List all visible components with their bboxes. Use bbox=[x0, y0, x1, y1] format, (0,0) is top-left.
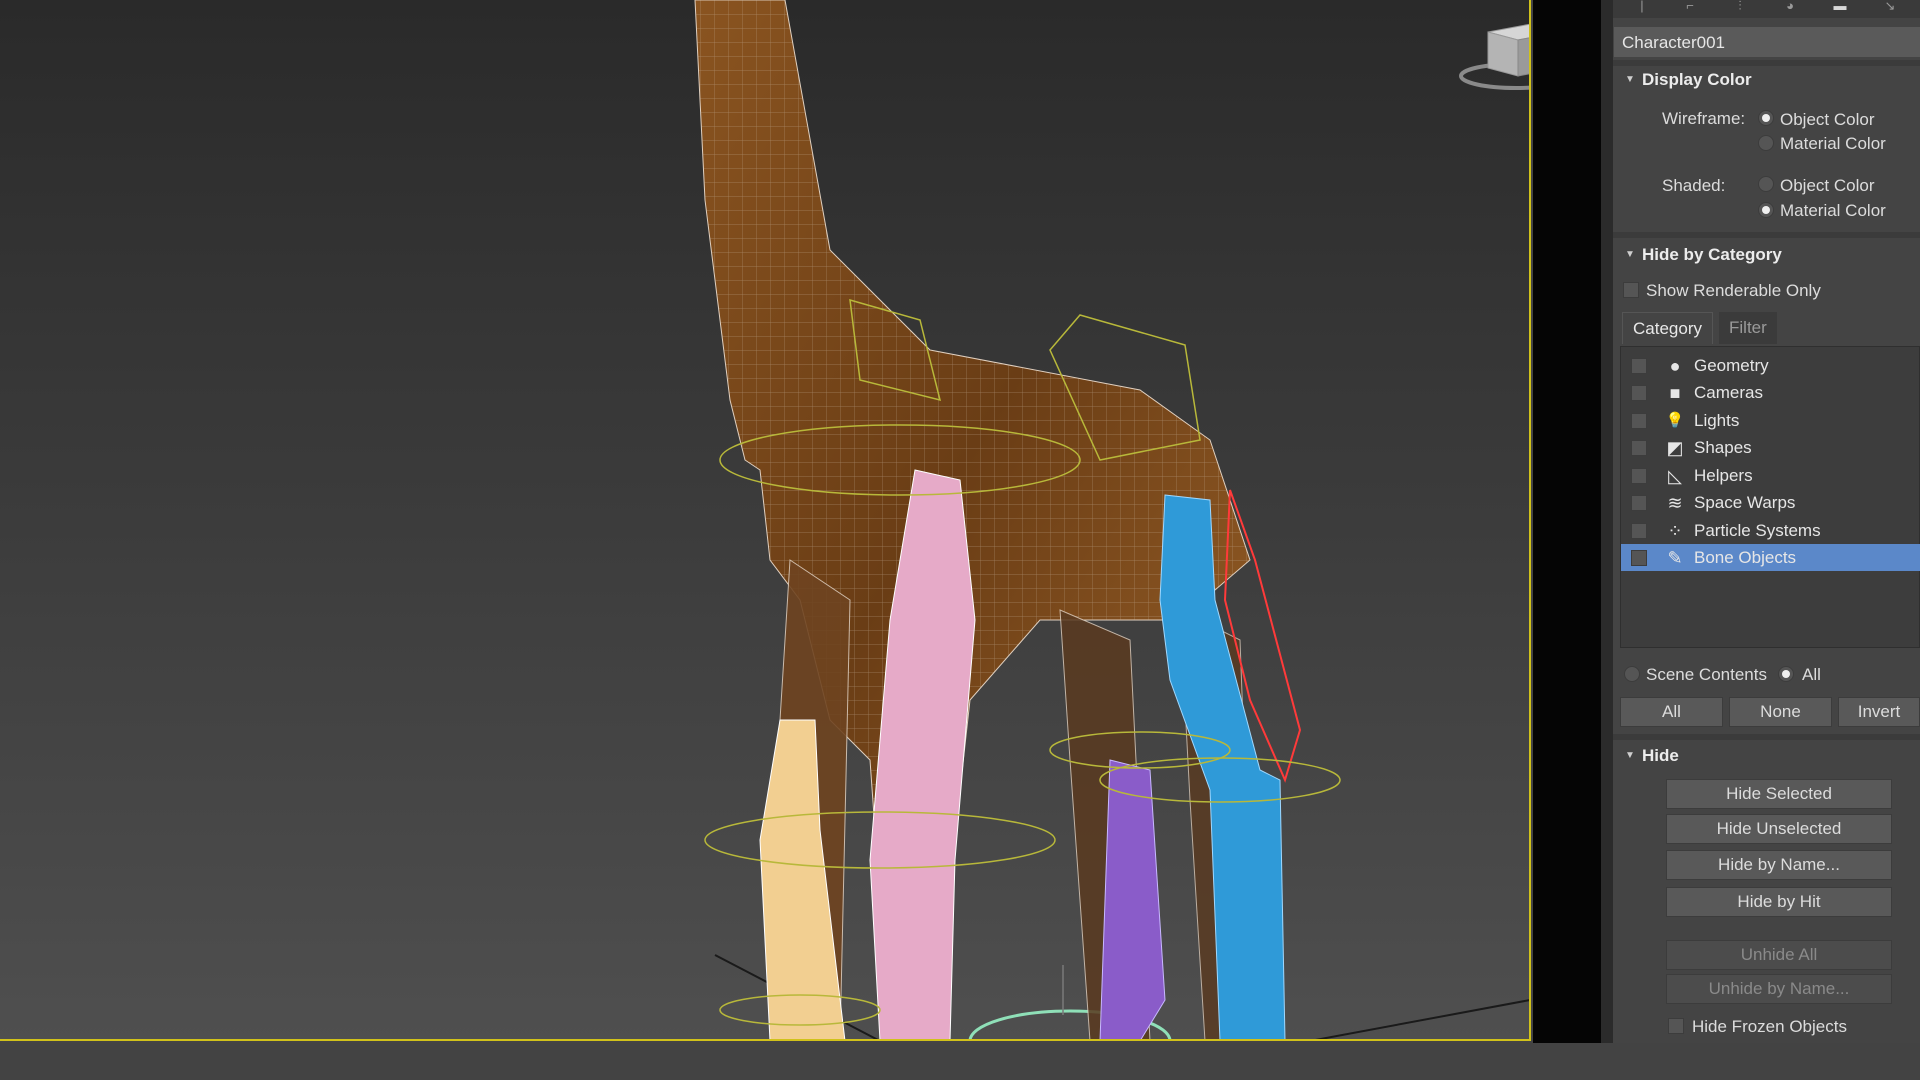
hide-frozen-objects-label: Hide Frozen Objects bbox=[1692, 1017, 1847, 1036]
category-item-label: Helpers bbox=[1694, 466, 1753, 485]
display-icon[interactable]: ▬ bbox=[1829, 0, 1851, 14]
category-item-cameras[interactable]: ■ Cameras bbox=[1621, 379, 1920, 406]
hierarchy-icon[interactable]: ⫶ bbox=[1729, 0, 1751, 14]
category-checkbox[interactable] bbox=[1631, 495, 1647, 511]
category-checkbox[interactable] bbox=[1631, 468, 1647, 484]
category-checkbox[interactable] bbox=[1631, 550, 1647, 566]
show-renderable-only-checkbox[interactable] bbox=[1623, 282, 1639, 298]
category-checkbox[interactable] bbox=[1631, 385, 1647, 401]
category-item-label: Geometry bbox=[1694, 356, 1769, 375]
rollout-title: Hide bbox=[1642, 746, 1679, 765]
wireframe-material-color-label: Material Color bbox=[1780, 134, 1886, 153]
wireframe-object-color-radio[interactable] bbox=[1758, 110, 1774, 126]
hide-frozen-objects-checkbox[interactable] bbox=[1668, 1018, 1684, 1034]
category-item-particle-systems[interactable]: ⁘ Particle Systems bbox=[1621, 517, 1920, 544]
rollout-divider bbox=[1613, 232, 1920, 238]
utilities-icon[interactable]: ↘ bbox=[1879, 0, 1901, 14]
shaded-object-color-radio[interactable] bbox=[1758, 176, 1774, 192]
display-color-rollout-header[interactable]: ▼ Display Color bbox=[1613, 65, 1920, 95]
category-item-lights[interactable]: 💡 Lights bbox=[1621, 407, 1920, 434]
status-bar bbox=[0, 1043, 1920, 1080]
category-item-bone-objects[interactable]: ✎ Bone Objects bbox=[1621, 544, 1920, 571]
wireframe-material-color-radio[interactable] bbox=[1758, 135, 1774, 151]
geometry-icon: ● bbox=[1669, 356, 1681, 376]
shaded-material-color-label: Material Color bbox=[1780, 201, 1886, 220]
select-none-button[interactable]: None bbox=[1729, 697, 1832, 727]
collapse-arrow-icon: ▼ bbox=[1625, 249, 1635, 260]
modify-icon[interactable]: ⌐ bbox=[1679, 0, 1701, 14]
invert-button[interactable]: Invert bbox=[1838, 697, 1920, 727]
category-item-geometry[interactable]: ● Geometry bbox=[1621, 352, 1920, 379]
command-panel: | ⌐ ⫶ ◕ ▬ ↘ Character001 ▼ Display Color… bbox=[1613, 0, 1920, 1043]
hide-by-name-button[interactable]: Hide by Name... bbox=[1666, 850, 1892, 880]
hide-by-hit-button[interactable]: Hide by Hit bbox=[1666, 887, 1892, 917]
category-checkbox[interactable] bbox=[1631, 358, 1647, 374]
shapes-icon: ◩ bbox=[1666, 438, 1684, 458]
unhide-by-name-button[interactable]: Unhide by Name... bbox=[1666, 974, 1892, 1004]
rollout-divider bbox=[1613, 734, 1920, 740]
category-item-label: Space Warps bbox=[1694, 493, 1796, 512]
category-item-label: Lights bbox=[1694, 411, 1740, 430]
all-radio-label: All bbox=[1802, 665, 1821, 684]
category-item-helpers[interactable]: ◺ Helpers bbox=[1621, 462, 1920, 489]
collapse-arrow-icon: ▼ bbox=[1625, 74, 1635, 85]
hide-unselected-button[interactable]: Hide Unselected bbox=[1666, 814, 1892, 844]
space-warps-icon: ≋ bbox=[1667, 493, 1683, 513]
rollout-title: Display Color bbox=[1642, 70, 1752, 89]
category-item-space-warps[interactable]: ≋ Space Warps bbox=[1621, 489, 1920, 516]
category-item-label: Shapes bbox=[1694, 438, 1752, 457]
particle-systems-icon: ⁘ bbox=[1667, 521, 1683, 541]
scene-contents-radio[interactable] bbox=[1624, 666, 1640, 682]
object-name-field[interactable]: Character001 bbox=[1614, 27, 1920, 57]
collapse-arrow-icon: ▼ bbox=[1625, 750, 1635, 761]
category-list: ● Geometry ■ Cameras 💡 Lights ◩ Shapes ◺… bbox=[1620, 346, 1920, 648]
viewcube-icon[interactable] bbox=[1456, 20, 1531, 100]
command-panel-tabs: | ⌐ ⫶ ◕ ▬ ↘ bbox=[1613, 0, 1920, 18]
category-checkbox[interactable] bbox=[1631, 523, 1647, 539]
helpers-icon: ◺ bbox=[1668, 466, 1682, 486]
category-item-label: Bone Objects bbox=[1694, 548, 1797, 567]
panel-separator[interactable] bbox=[1601, 0, 1613, 1043]
shaded-object-color-label: Object Color bbox=[1780, 176, 1875, 195]
select-all-button[interactable]: All bbox=[1620, 697, 1723, 727]
viewport-gap bbox=[1533, 0, 1601, 1043]
scene-contents-label: Scene Contents bbox=[1646, 665, 1767, 684]
wireframe-object-color-label: Object Color bbox=[1780, 110, 1875, 129]
category-checkbox[interactable] bbox=[1631, 440, 1647, 456]
light-icon: 💡 bbox=[1665, 412, 1685, 429]
show-renderable-only-label: Show Renderable Only bbox=[1646, 281, 1821, 300]
perspective-viewport[interactable] bbox=[0, 0, 1531, 1041]
hide-by-category-rollout-header[interactable]: ▼ Hide by Category bbox=[1613, 240, 1920, 270]
category-item-label: Particle Systems bbox=[1694, 521, 1821, 540]
hide-selected-button[interactable]: Hide Selected bbox=[1666, 779, 1892, 809]
rollout-title: Hide by Category bbox=[1642, 245, 1782, 264]
motion-icon[interactable]: ◕ bbox=[1779, 0, 1801, 14]
create-icon[interactable]: | bbox=[1631, 0, 1653, 14]
category-checkbox[interactable] bbox=[1631, 413, 1647, 429]
tab-filter[interactable]: Filter bbox=[1719, 312, 1777, 344]
hide-rollout-header[interactable]: ▼ Hide bbox=[1613, 741, 1920, 771]
shaded-label: Shaded: bbox=[1662, 176, 1726, 195]
category-item-shapes[interactable]: ◩ Shapes bbox=[1621, 434, 1920, 461]
wireframe-label: Wireframe: bbox=[1662, 109, 1746, 128]
all-radio[interactable] bbox=[1778, 666, 1794, 682]
camera-icon: ■ bbox=[1669, 383, 1681, 403]
bone-objects-icon: ✎ bbox=[1667, 548, 1683, 568]
shaded-material-color-radio[interactable] bbox=[1758, 202, 1774, 218]
category-item-label: Cameras bbox=[1694, 383, 1763, 402]
tab-category[interactable]: Category bbox=[1622, 312, 1713, 344]
unhide-all-button[interactable]: Unhide All bbox=[1666, 940, 1892, 970]
viewport-scene bbox=[694, 0, 1531, 1041]
